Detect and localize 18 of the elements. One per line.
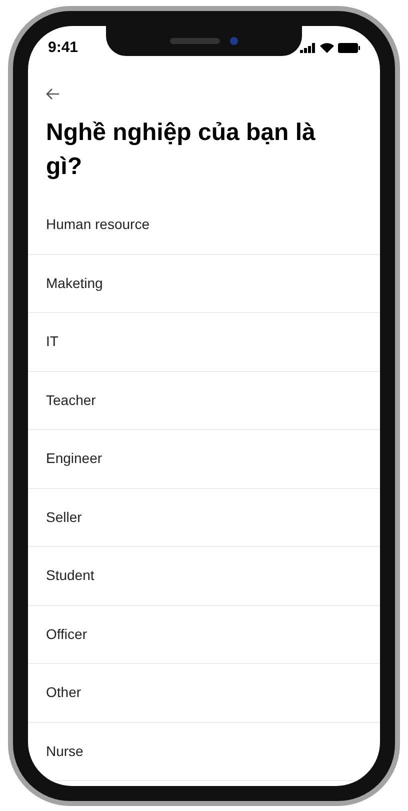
back-arrow-icon[interactable] — [46, 88, 60, 100]
occupation-option[interactable]: Student — [46, 565, 94, 586]
wifi-icon — [320, 43, 334, 53]
occupation-option[interactable]: Maketing — [46, 272, 103, 294]
camera-lens — [230, 37, 238, 45]
signal-icon — [300, 43, 316, 53]
occupation-option[interactable]: Other — [46, 682, 82, 704]
occupation-option[interactable]: IT — [46, 331, 58, 352]
occupation-option[interactable]: Teacher — [46, 390, 96, 411]
occupation-option[interactable]: Human resource — [46, 214, 150, 236]
page-title: Nghề nghiệp của bạn là gì? — [45, 118, 316, 182]
occupation-option[interactable]: Officer — [46, 624, 87, 645]
battery-icon — [338, 43, 360, 53]
speaker-grille — [170, 38, 220, 44]
occupation-option[interactable]: Engineer — [46, 448, 102, 470]
occupation-option[interactable]: Seller — [46, 506, 82, 528]
occupation-option[interactable]: Nurse — [46, 740, 84, 762]
status-time: 9:41 — [48, 38, 78, 58]
